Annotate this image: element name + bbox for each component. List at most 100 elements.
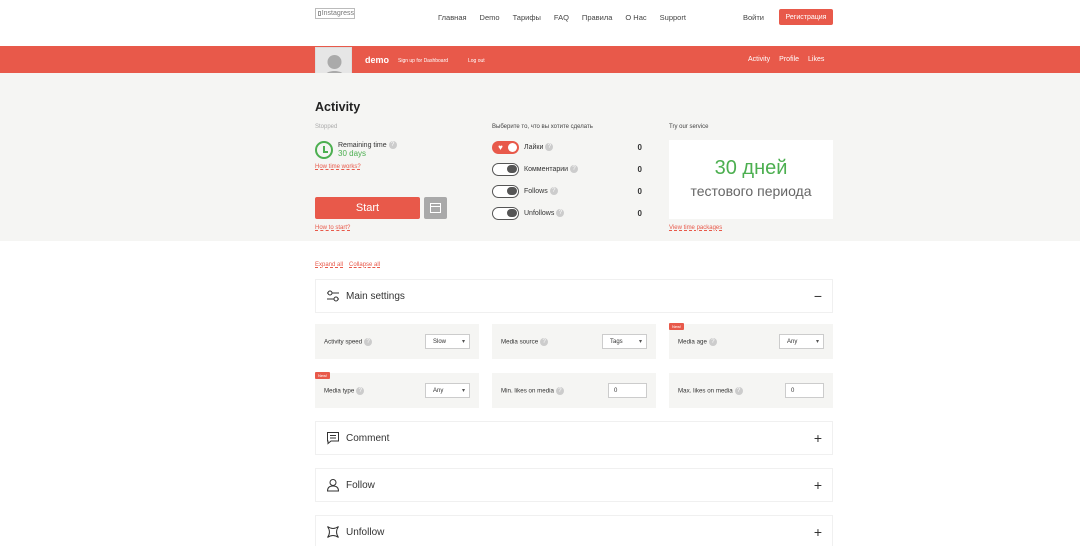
menu-item-rules[interactable]: Правила — [582, 13, 612, 22]
nav-profile[interactable]: Profile — [779, 56, 799, 63]
user-nav: Activity Profile Likes — [748, 56, 833, 63]
menu-item-home[interactable]: Главная — [438, 13, 467, 22]
sliders-icon — [327, 290, 339, 302]
menu-item-about[interactable]: О Нас — [625, 13, 646, 22]
how-time-works-link[interactable]: How time works? — [315, 164, 361, 170]
likes-label: Лайки — [524, 143, 544, 151]
likes-count: 0 — [637, 142, 642, 152]
logo[interactable]: Instagress — [315, 8, 355, 19]
comment-icon — [507, 164, 517, 173]
expand-all-link[interactable]: Expand all — [315, 262, 343, 268]
expand-icon[interactable]: + — [814, 431, 822, 445]
activity-speed-text: Activity speed — [324, 338, 363, 346]
media-age-select[interactable]: Any — [779, 334, 824, 349]
username[interactable]: demo — [365, 55, 389, 65]
max-likes-input[interactable]: 0 — [785, 383, 824, 398]
remaining-time-value: 30 days — [338, 149, 367, 158]
calendar-icon — [430, 203, 441, 213]
collapse-icon[interactable]: − — [814, 289, 822, 303]
top-navigation: Instagress Главная Demo Тарифы FAQ Прави… — [0, 0, 1080, 46]
follows-toggle[interactable] — [492, 184, 519, 198]
unfollow-section-title: Unfollow — [346, 526, 385, 538]
activity-speed-label: Activity speed? — [324, 337, 373, 346]
activity-speed-select[interactable]: Slow — [425, 334, 470, 349]
expand-icon[interactable]: + — [814, 478, 822, 492]
toggle-row-follows: Follows? 0 — [492, 184, 642, 198]
new-badge: New! — [315, 372, 331, 379]
max-likes-label: Max. likes on media? — [678, 386, 743, 395]
media-type-select[interactable]: Any — [425, 383, 470, 398]
help-icon[interactable]: ? — [570, 165, 579, 173]
activity-status: Stopped — [315, 124, 338, 130]
logout-link[interactable]: Log out — [468, 58, 485, 64]
likes-toggle[interactable]: ♥ — [492, 140, 519, 154]
try-service-title: Try our service — [669, 124, 709, 130]
nav-activity[interactable]: Activity — [748, 56, 770, 63]
follows-count: 0 — [637, 186, 642, 196]
main-settings-header[interactable]: Main settings − — [315, 279, 833, 313]
setting-max-likes: Max. likes on media? 0 — [669, 373, 833, 408]
nav-likes[interactable]: Likes — [808, 56, 824, 63]
remaining-time-text: Remaining time — [338, 141, 387, 149]
heart-icon: ♥ — [498, 142, 503, 152]
choose-actions-title: Выберите то, что вы хотите сделать — [492, 124, 593, 130]
toggle-row-unfollows: Unfollows? 0 — [492, 206, 642, 220]
help-icon[interactable]: ? — [388, 141, 397, 149]
schedule-button[interactable] — [424, 197, 447, 219]
help-icon[interactable]: ? — [555, 386, 564, 395]
clock-icon — [315, 141, 333, 159]
help-icon[interactable]: ? — [545, 143, 554, 151]
unfollow-section-header[interactable]: Unfollow + — [315, 515, 833, 546]
comment-section-title: Comment — [346, 432, 390, 444]
media-source-select[interactable]: Tags — [602, 334, 647, 349]
media-age-text: Media age — [678, 338, 707, 346]
toggle-row-comments: Комментарии? 0 — [492, 162, 642, 176]
how-to-start-link[interactable]: How to start? — [315, 225, 350, 231]
user-icon — [326, 479, 340, 492]
help-icon[interactable]: ? — [356, 386, 365, 395]
help-icon[interactable]: ? — [540, 337, 549, 346]
cross-icon — [507, 208, 517, 217]
unfollows-count: 0 — [637, 208, 642, 218]
start-button[interactable]: Start — [315, 197, 420, 219]
help-icon[interactable]: ? — [364, 337, 373, 346]
login-link[interactable]: Войти — [743, 13, 764, 22]
comments-toggle[interactable] — [492, 162, 519, 176]
trial-days: 30 дней — [714, 157, 788, 179]
activity-title: Activity — [315, 100, 361, 114]
media-source-label: Media source? — [501, 337, 549, 346]
menu-item-pricing[interactable]: Тарифы — [513, 13, 541, 22]
help-icon[interactable]: ? — [708, 337, 717, 346]
menu-item-demo[interactable]: Demo — [480, 13, 500, 22]
media-source-text: Media source — [501, 338, 539, 346]
menu-item-support[interactable]: Support — [660, 13, 686, 22]
setting-media-source: Media source? Tags — [492, 324, 656, 359]
setting-media-age: New! Media age? Any — [669, 323, 833, 359]
min-likes-label: Min. likes on media? — [501, 386, 564, 395]
remaining-time-label: Remaining time? — [338, 141, 397, 149]
min-likes-input[interactable]: 0 — [608, 383, 647, 398]
trial-promo-box: 30 дней тестового периода — [669, 140, 833, 219]
trial-period-text: тестового периода — [690, 183, 812, 199]
comment-section-header[interactable]: Comment + — [315, 421, 833, 455]
collapse-all-link[interactable]: Collapse all — [349, 262, 380, 268]
media-type-label: Media type? — [324, 386, 365, 395]
broken-image-icon — [318, 11, 321, 16]
setting-activity-speed: Activity speed? Slow — [315, 324, 479, 359]
user-icon — [507, 186, 517, 195]
help-icon[interactable]: ? — [734, 386, 743, 395]
unfollows-toggle[interactable] — [492, 206, 519, 220]
view-time-packages-link[interactable]: View time packages — [669, 225, 722, 231]
help-icon[interactable]: ? — [549, 187, 558, 195]
help-icon[interactable]: ? — [556, 209, 565, 217]
toggle-row-likes: ♥ Лайки? 0 — [492, 140, 642, 154]
setting-media-type: New! Media type? Any — [315, 372, 479, 408]
logo-alt-text: Instagress — [321, 10, 354, 17]
expand-icon[interactable]: + — [814, 525, 822, 539]
media-type-text: Media type — [324, 387, 355, 395]
follow-section-header[interactable]: Follow + — [315, 468, 833, 502]
menu-item-faq[interactable]: FAQ — [554, 13, 569, 22]
register-button[interactable]: Регистрация — [779, 9, 833, 25]
expand-collapse-controls: Expand all Collapse all — [315, 262, 386, 268]
sign-up-dashboard-link[interactable]: Sign up for Dashboard — [398, 58, 448, 64]
